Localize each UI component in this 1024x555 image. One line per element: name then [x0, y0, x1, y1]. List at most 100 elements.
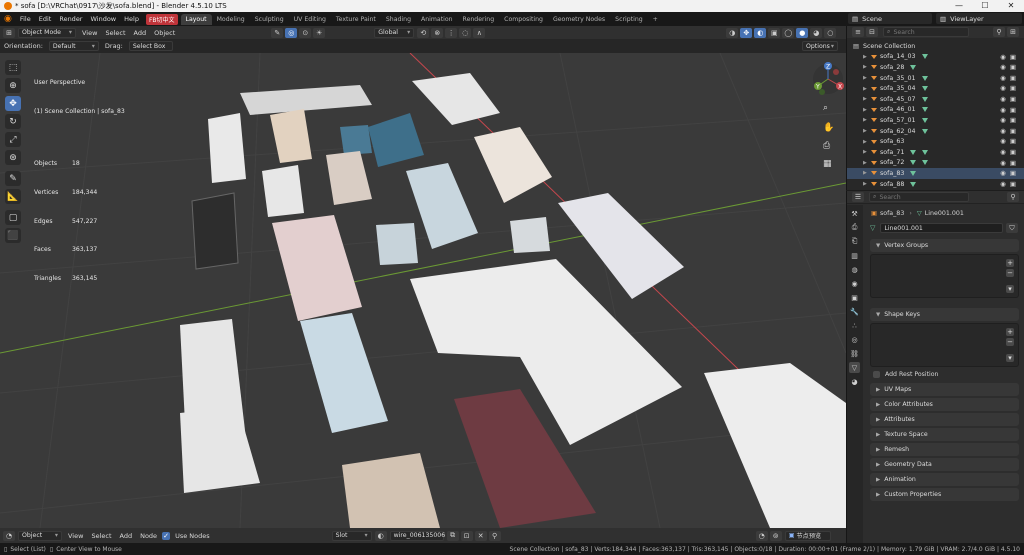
camera-render-icon[interactable]: ▣ — [1010, 127, 1016, 135]
cursor-icon[interactable]: ⊙ — [299, 27, 312, 38]
add-vertex-group-button[interactable]: + — [1006, 259, 1014, 267]
shader-menu-node[interactable]: Node — [136, 532, 161, 540]
xray-icon[interactable]: ▣ — [768, 27, 781, 38]
expand-arrow-icon[interactable]: ▶ — [863, 149, 871, 155]
node-overlay-icon[interactable]: ⊚ — [769, 530, 782, 541]
tab-uv-editing[interactable]: UV Editing — [289, 14, 331, 25]
vertex-group-menu-icon[interactable]: ▾ — [1006, 285, 1014, 293]
menu-help[interactable]: Help — [120, 15, 143, 23]
camera-render-icon[interactable]: ▣ — [1010, 63, 1016, 71]
add-workspace-button[interactable]: + — [648, 14, 663, 25]
menu-window[interactable]: Window — [86, 15, 120, 23]
panel-uv-maps[interactable]: ▶ UV Maps — [870, 383, 1019, 396]
eye-icon[interactable]: ◉ — [1000, 63, 1006, 71]
outliner-row[interactable]: ▶ sofa_71 ◉ ▣ — [847, 147, 1024, 158]
viewlayer-selector[interactable]: ▥ ViewLayer — [936, 13, 1022, 24]
expand-arrow-icon[interactable]: ▶ — [863, 86, 871, 92]
shape-keys-list[interactable]: + − ▾ — [870, 323, 1019, 367]
shading-solid-icon[interactable]: ● — [796, 27, 809, 38]
options-dropdown[interactable]: Options ▾ — [802, 41, 838, 51]
cursor-tool-icon[interactable]: ⊕ — [5, 78, 21, 93]
particles-tab-icon[interactable]: ∴ — [849, 320, 860, 331]
lamp-icon[interactable]: ☀ — [313, 27, 326, 38]
panel-shape-keys[interactable]: ▼ Shape Keys — [870, 308, 1019, 321]
camera-render-icon[interactable]: ▣ — [1010, 106, 1016, 114]
tab-texture-paint[interactable]: Texture Paint — [331, 14, 381, 25]
add-shape-key-button[interactable]: + — [1006, 328, 1014, 336]
camera-render-icon[interactable]: ▣ — [1010, 116, 1016, 124]
tab-geometry-nodes[interactable]: Geometry Nodes — [548, 14, 610, 25]
expand-arrow-icon[interactable]: ▶ — [863, 64, 871, 70]
select-tool-icon[interactable]: ⬚ — [5, 60, 21, 75]
expand-arrow-icon[interactable]: ▶ — [863, 160, 871, 166]
menu-edit[interactable]: Edit — [35, 15, 56, 23]
eye-icon[interactable]: ◉ — [1000, 169, 1006, 177]
shader-menu-add[interactable]: Add — [116, 532, 137, 540]
language-toggle-button[interactable]: FB切中文 — [145, 13, 178, 25]
eye-icon[interactable]: ◉ — [1000, 53, 1006, 61]
snap-icon[interactable]: ⊗ — [431, 27, 444, 38]
expand-arrow-icon[interactable]: ▶ — [863, 54, 871, 60]
camera-render-icon[interactable]: ▣ — [1010, 74, 1016, 82]
outliner-row[interactable]: ▶ sofa_45_07 ◉ ▣ — [847, 94, 1024, 105]
transform-orientation-dropdown[interactable]: Global ▾ — [374, 27, 415, 38]
expand-arrow-icon[interactable]: ▶ — [863, 170, 871, 176]
expand-arrow-icon[interactable]: ▶ — [863, 75, 871, 81]
scene-selector[interactable]: ▤ Scene — [848, 13, 932, 24]
close-button[interactable]: ✕ — [998, 0, 1024, 12]
unlink-material-icon[interactable]: ✕ — [474, 530, 487, 541]
panel-animation[interactable]: ▶ Animation — [870, 473, 1019, 486]
tool-tab-icon[interactable]: ⚒ — [849, 208, 860, 219]
add-rest-position-row[interactable]: Add Rest Position — [865, 367, 1024, 381]
select-mode-icon[interactable]: ◎ — [285, 27, 298, 38]
view-layer-tab-icon[interactable]: ▥ — [849, 250, 860, 261]
add-rest-position-checkbox[interactable] — [873, 370, 880, 378]
visibility-icon[interactable]: ◑ — [726, 27, 739, 38]
editor-type-icon[interactable]: ⊞ — [3, 27, 15, 38]
expand-arrow-icon[interactable]: ▶ — [863, 96, 871, 102]
camera-render-icon[interactable]: ▣ — [1010, 180, 1016, 188]
3d-viewport[interactable] — [0, 53, 846, 528]
expand-arrow-icon[interactable]: ▶ — [863, 181, 871, 187]
measure-tool-icon[interactable]: 📐 — [5, 189, 21, 204]
properties-editor-icon[interactable]: ☰ — [852, 192, 864, 202]
pen-tool-icon[interactable]: ✎ — [271, 27, 284, 38]
minimize-button[interactable]: — — [946, 0, 972, 12]
outliner-row[interactable]: ▶ sofa_62_04 ◉ ▣ — [847, 126, 1024, 137]
new-collection-icon[interactable]: ⊞ — [1007, 27, 1019, 37]
falloff-icon[interactable]: ∧ — [473, 27, 486, 38]
tab-modeling[interactable]: Modeling — [212, 14, 250, 25]
world-tab-icon[interactable]: ◉ — [849, 278, 860, 289]
shading-material-icon[interactable]: ◕ — [810, 27, 823, 38]
material-tab-icon[interactable]: ◕ — [849, 376, 860, 387]
scale-tool-icon[interactable]: ⤢ — [5, 132, 21, 147]
outliner-search-input[interactable]: ⌕ Search — [883, 27, 969, 37]
outliner-row[interactable]: ▶ sofa_46_01 ◉ ▣ — [847, 105, 1024, 116]
panel-geometry-data[interactable]: ▶ Geometry Data — [870, 458, 1019, 471]
eye-icon[interactable]: ◉ — [1000, 116, 1006, 124]
pin-icon[interactable]: ⚲ — [488, 530, 501, 541]
mesh-name-field[interactable]: Line001.001 — [880, 223, 1003, 233]
mode-dropdown[interactable]: Object Mode ▾ — [18, 27, 76, 38]
panel-texture-space[interactable]: ▶ Texture Space — [870, 428, 1019, 441]
overlay-toggle-icon[interactable]: ◐ — [754, 27, 767, 38]
eye-icon[interactable]: ◉ — [1000, 84, 1006, 92]
rotate-tool-icon[interactable]: ↻ — [5, 114, 21, 129]
properties-search-input[interactable]: ⌕ Search — [869, 192, 969, 202]
tab-layout[interactable]: Layout — [180, 13, 212, 25]
outliner-row[interactable]: ▶ sofa_88 ◉ ▣ — [847, 179, 1024, 190]
duplicate-material-icon[interactable]: ⧉ — [446, 530, 459, 541]
expand-arrow-icon[interactable]: ▶ — [863, 117, 871, 123]
annotate-tool-icon[interactable]: ✎ — [5, 171, 21, 186]
move-tool-icon[interactable]: ✥ — [5, 96, 21, 111]
outliner-row[interactable]: ▶ sofa_57_01 ◉ ▣ — [847, 115, 1024, 126]
outliner-row[interactable]: ▶ sofa_35_01 ◉ ▣ — [847, 73, 1024, 84]
menu-select[interactable]: Select — [101, 29, 129, 37]
tab-shading[interactable]: Shading — [381, 14, 416, 25]
shape-key-menu-icon[interactable]: ▾ — [1006, 354, 1014, 362]
outliner-row[interactable]: ▶ sofa_63 ◉ ▣ — [847, 136, 1024, 147]
panel-vertex-groups[interactable]: ▼ Vertex Groups — [870, 239, 1019, 252]
panel-attributes[interactable]: ▶ Attributes — [870, 413, 1019, 426]
node-view-icon[interactable]: ◔ — [755, 530, 768, 541]
node-preview-button[interactable]: ▣ 节点预览 — [784, 530, 831, 541]
